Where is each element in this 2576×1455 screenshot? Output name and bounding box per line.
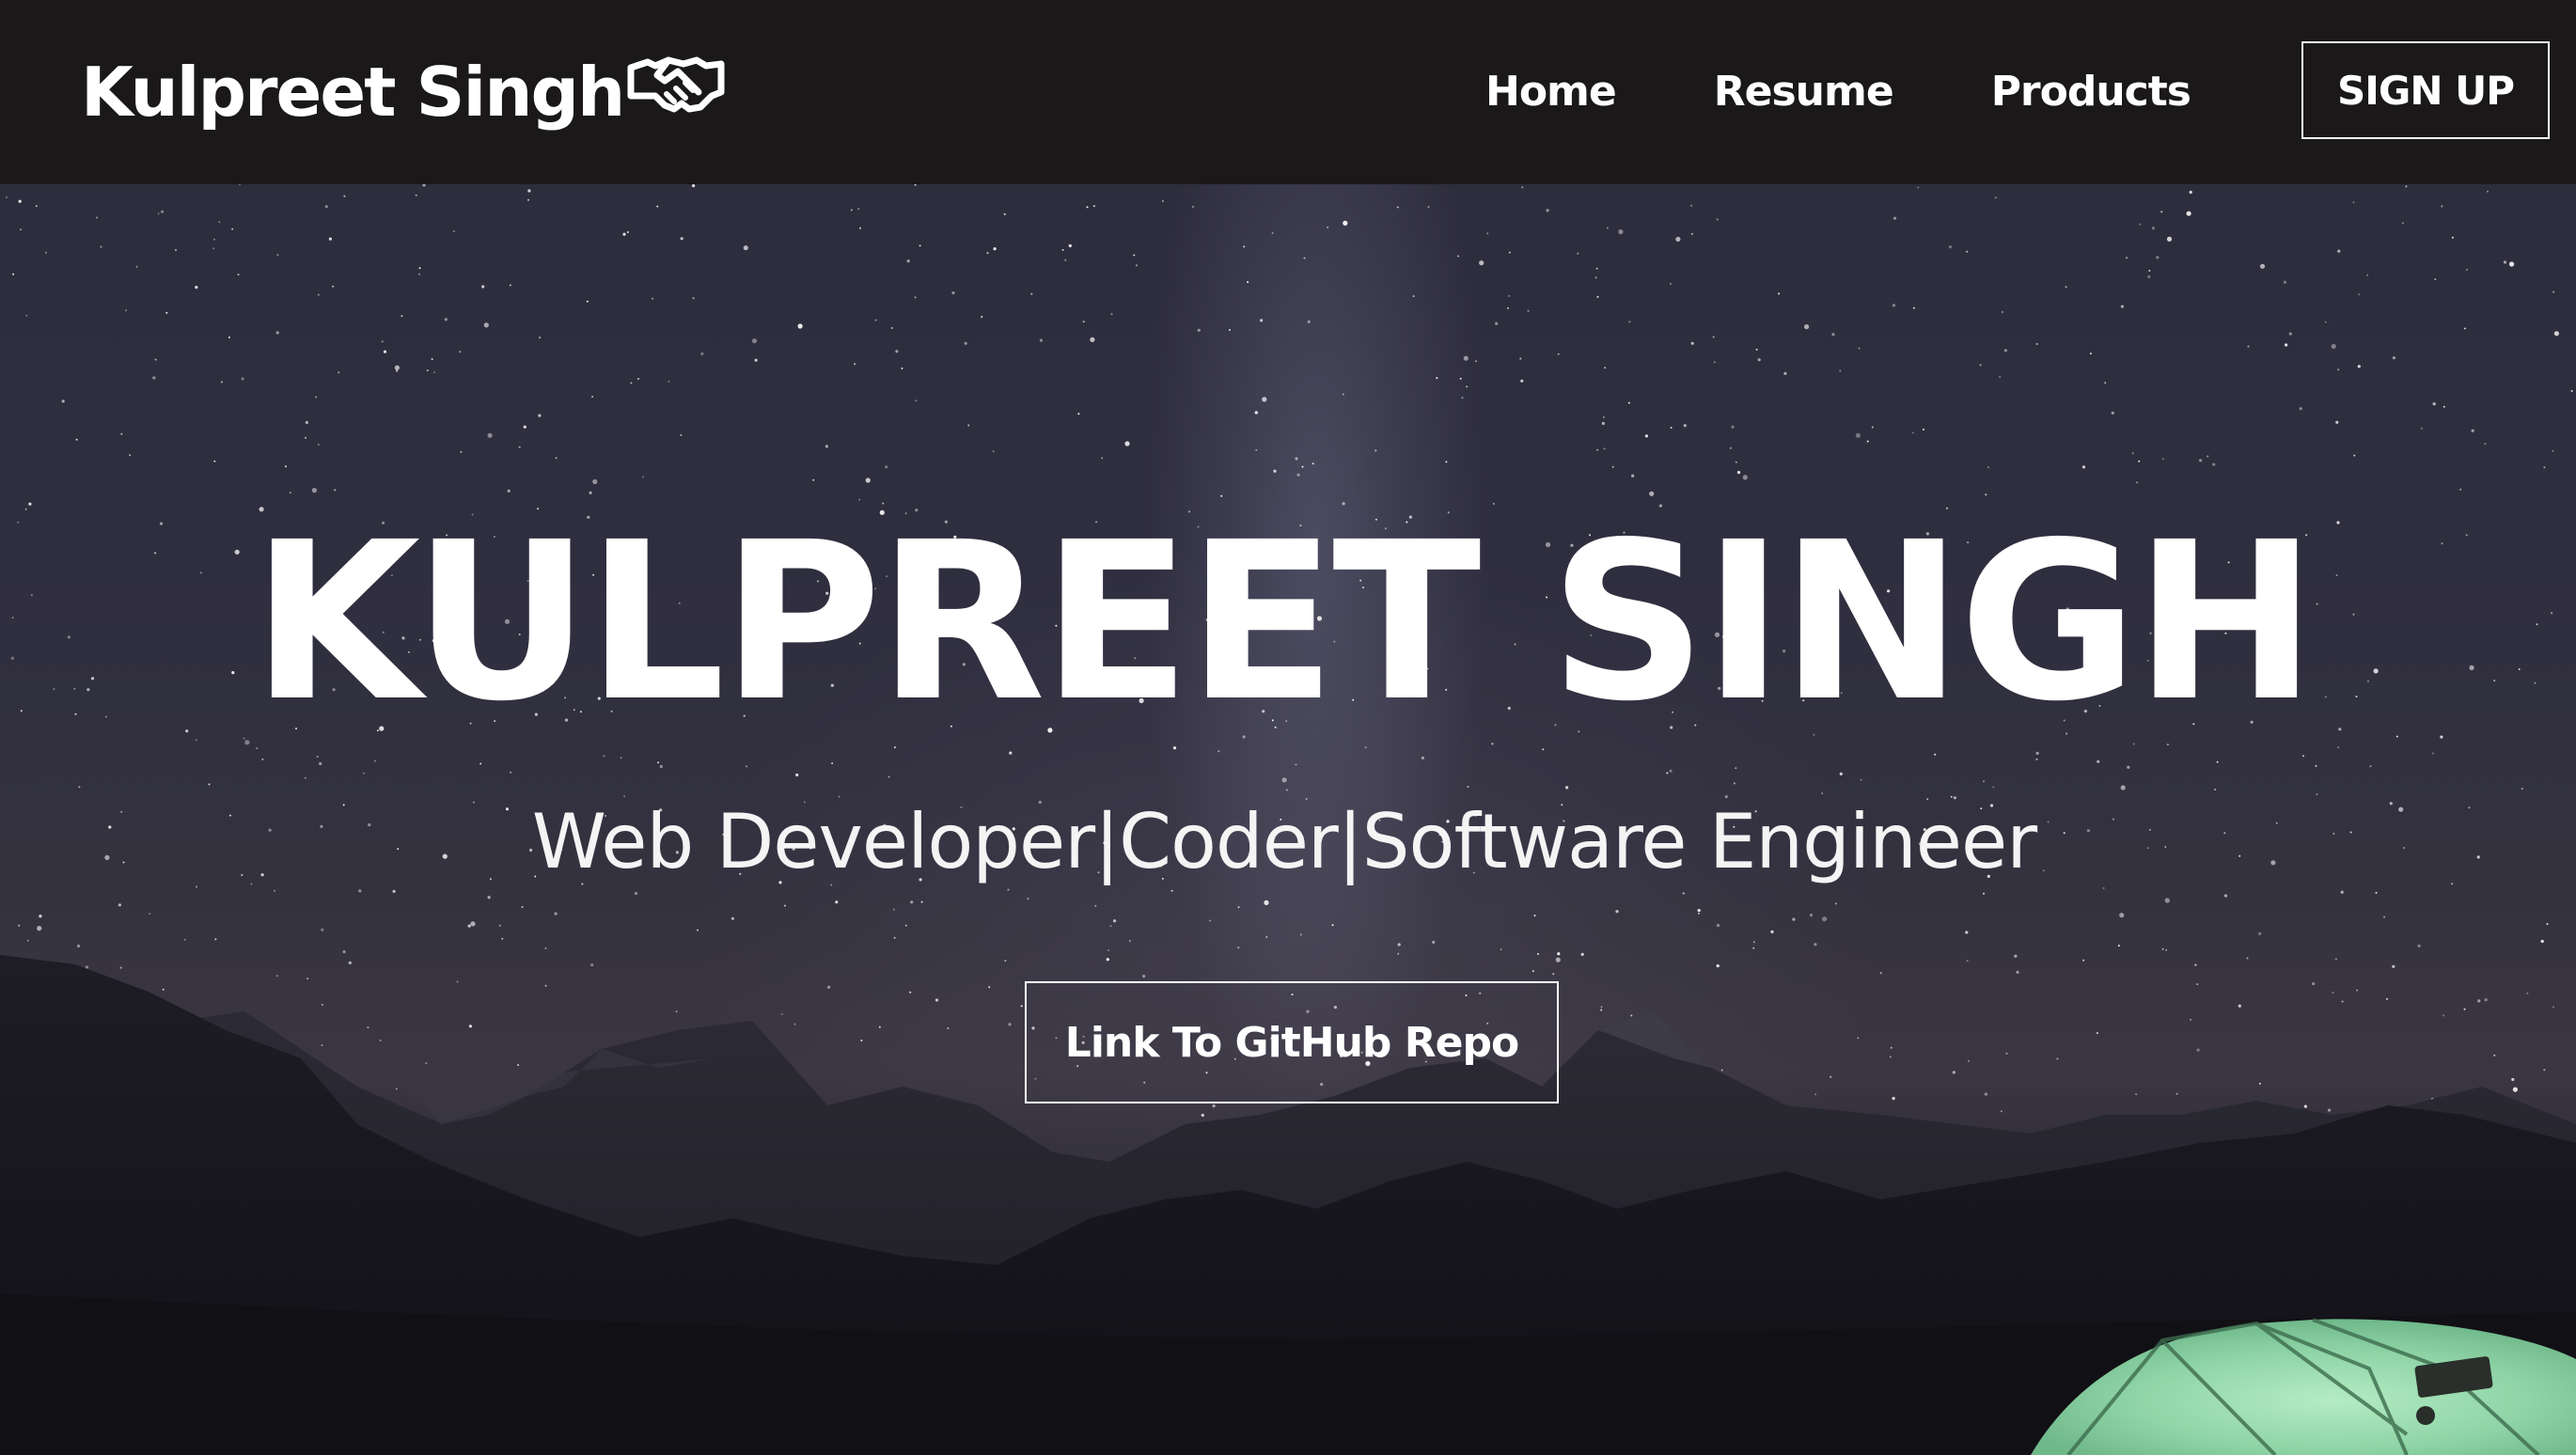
hero-title: KULPREET SINGH	[251, 495, 2317, 749]
navbar: Kulpreet Singh Home Resume Products SIGN…	[0, 0, 2576, 184]
nav-resume-link[interactable]: Resume	[1714, 68, 1894, 116]
github-repo-button[interactable]: Link To GitHub Repo	[1025, 981, 1559, 1103]
nav-home-link[interactable]: Home	[1485, 68, 1617, 116]
nav-products-link[interactable]: Products	[1991, 68, 2191, 116]
nav-links: Home Resume Products	[1485, 56, 2191, 126]
hero-section: KULPREET SINGH Web Developer|Coder|Softw…	[0, 184, 2576, 1455]
sign-up-button[interactable]: SIGN UP	[2301, 41, 2550, 139]
hero-subtitle: Web Developer|Coder|Software Engineer	[531, 798, 2037, 885]
brand-link[interactable]: Kulpreet Singh	[81, 45, 725, 139]
brand-name: Kulpreet Singh	[81, 53, 625, 132]
handshake-icon	[627, 55, 725, 117]
